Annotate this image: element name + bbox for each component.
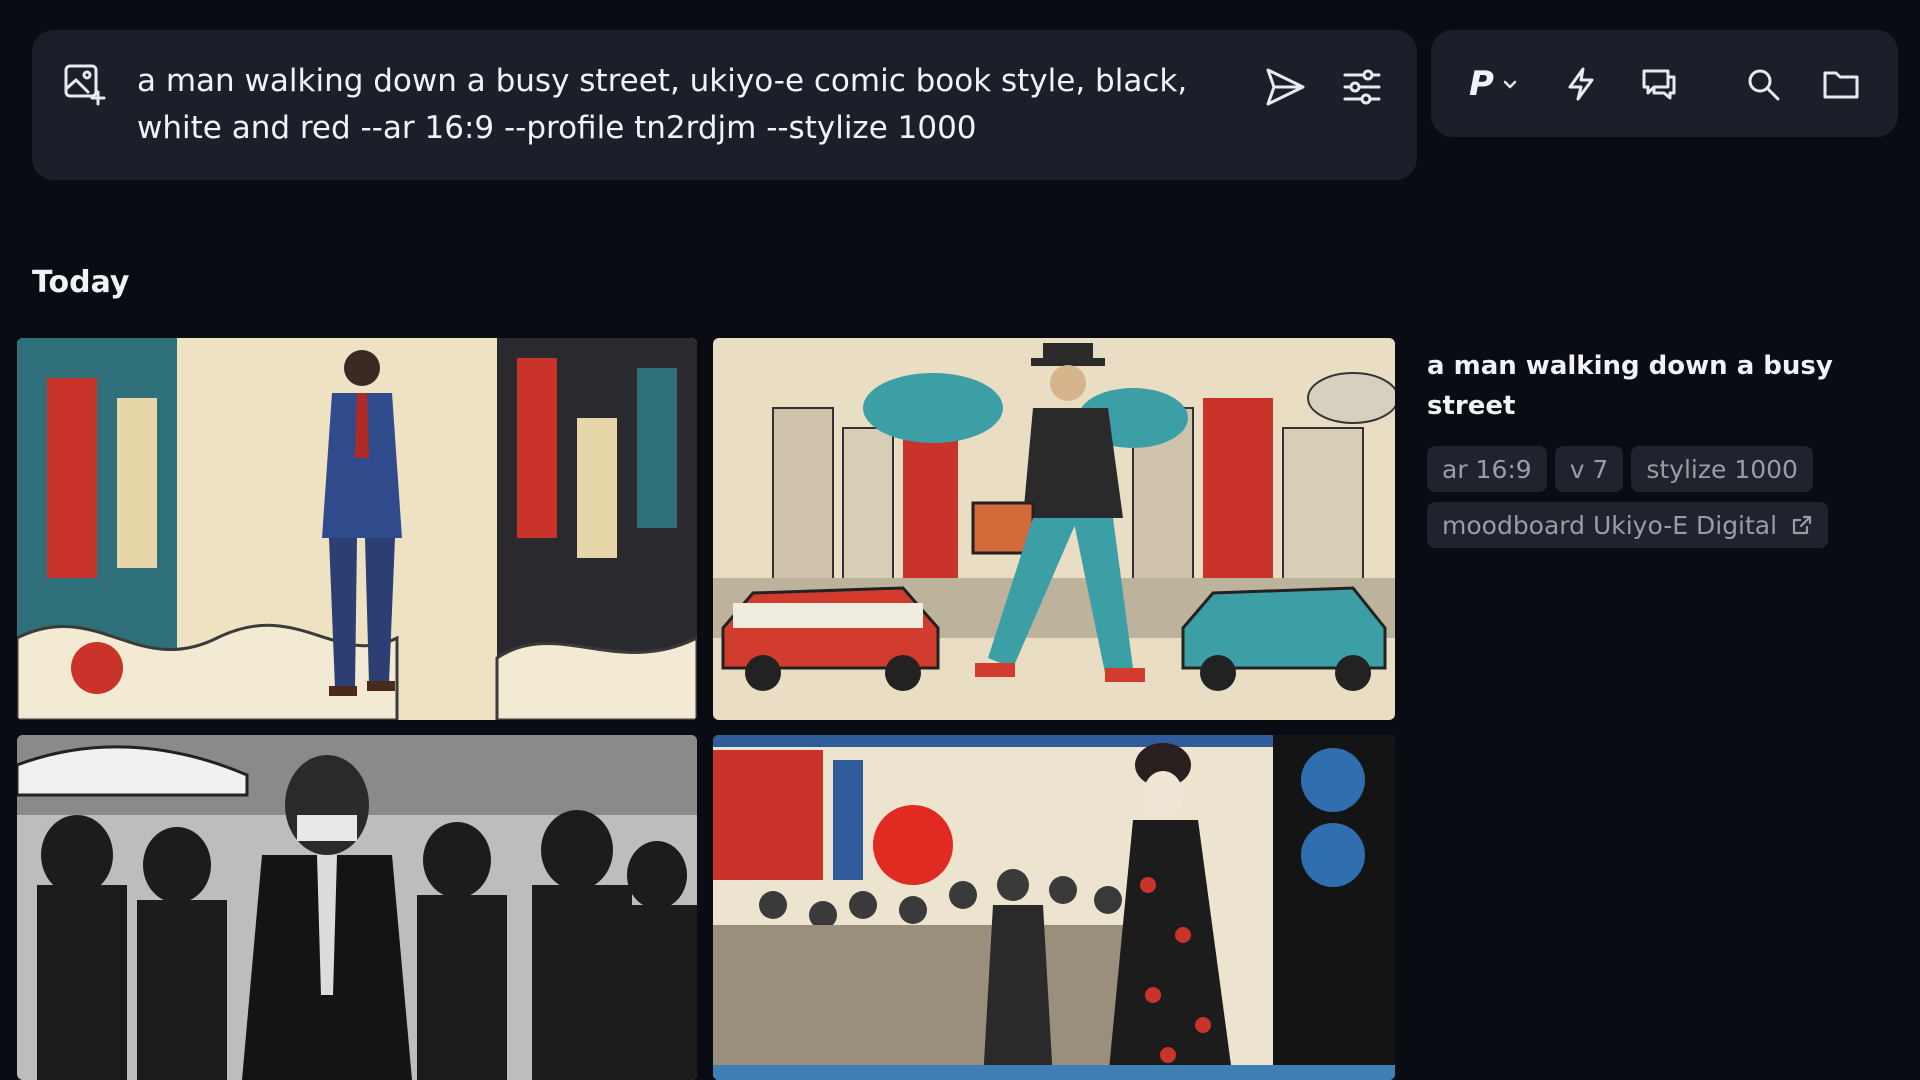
moodboard-label: moodboard Ukiyo-E Digital xyxy=(1442,510,1778,540)
generated-image-1[interactable] xyxy=(17,338,697,720)
sliders-icon[interactable] xyxy=(1337,62,1387,112)
generated-image-4[interactable] xyxy=(713,735,1395,1080)
generated-image-3[interactable] xyxy=(17,735,697,1080)
job-title[interactable]: a man walking down a busy street xyxy=(1427,346,1897,426)
param-chip-version[interactable]: v 7 xyxy=(1554,446,1624,492)
personalize-label: P xyxy=(1469,64,1494,104)
param-chip-stylize[interactable]: stylize 1000 xyxy=(1631,446,1813,492)
chat-icon[interactable] xyxy=(1633,58,1685,110)
send-icon[interactable] xyxy=(1260,62,1310,112)
prompt-input[interactable]: a man walking down a busy street, ukiyo-… xyxy=(137,58,1277,152)
personalize-dropdown[interactable]: P xyxy=(1469,58,1520,110)
top-toolbar: P xyxy=(1431,30,1898,137)
section-title-today: Today xyxy=(32,265,130,300)
prompt-bar: a man walking down a busy street, ukiyo-… xyxy=(32,30,1417,180)
param-chip-aspect-ratio[interactable]: ar 16:9 xyxy=(1427,446,1547,492)
moodboard-chip[interactable]: moodboard Ukiyo-E Digital xyxy=(1427,502,1829,548)
folder-icon[interactable] xyxy=(1815,58,1867,110)
generated-image-2[interactable] xyxy=(713,338,1395,720)
lightning-icon[interactable] xyxy=(1555,58,1607,110)
job-info-panel: a man walking down a busy street ar 16:9… xyxy=(1427,346,1897,548)
external-link-icon xyxy=(1792,515,1812,535)
image-plus-icon[interactable] xyxy=(62,62,106,106)
job-parameters: ar 16:9 v 7 stylize 1000 moodboard Ukiyo… xyxy=(1427,446,1847,548)
chevron-down-icon xyxy=(1503,80,1517,89)
search-icon[interactable] xyxy=(1737,58,1789,110)
